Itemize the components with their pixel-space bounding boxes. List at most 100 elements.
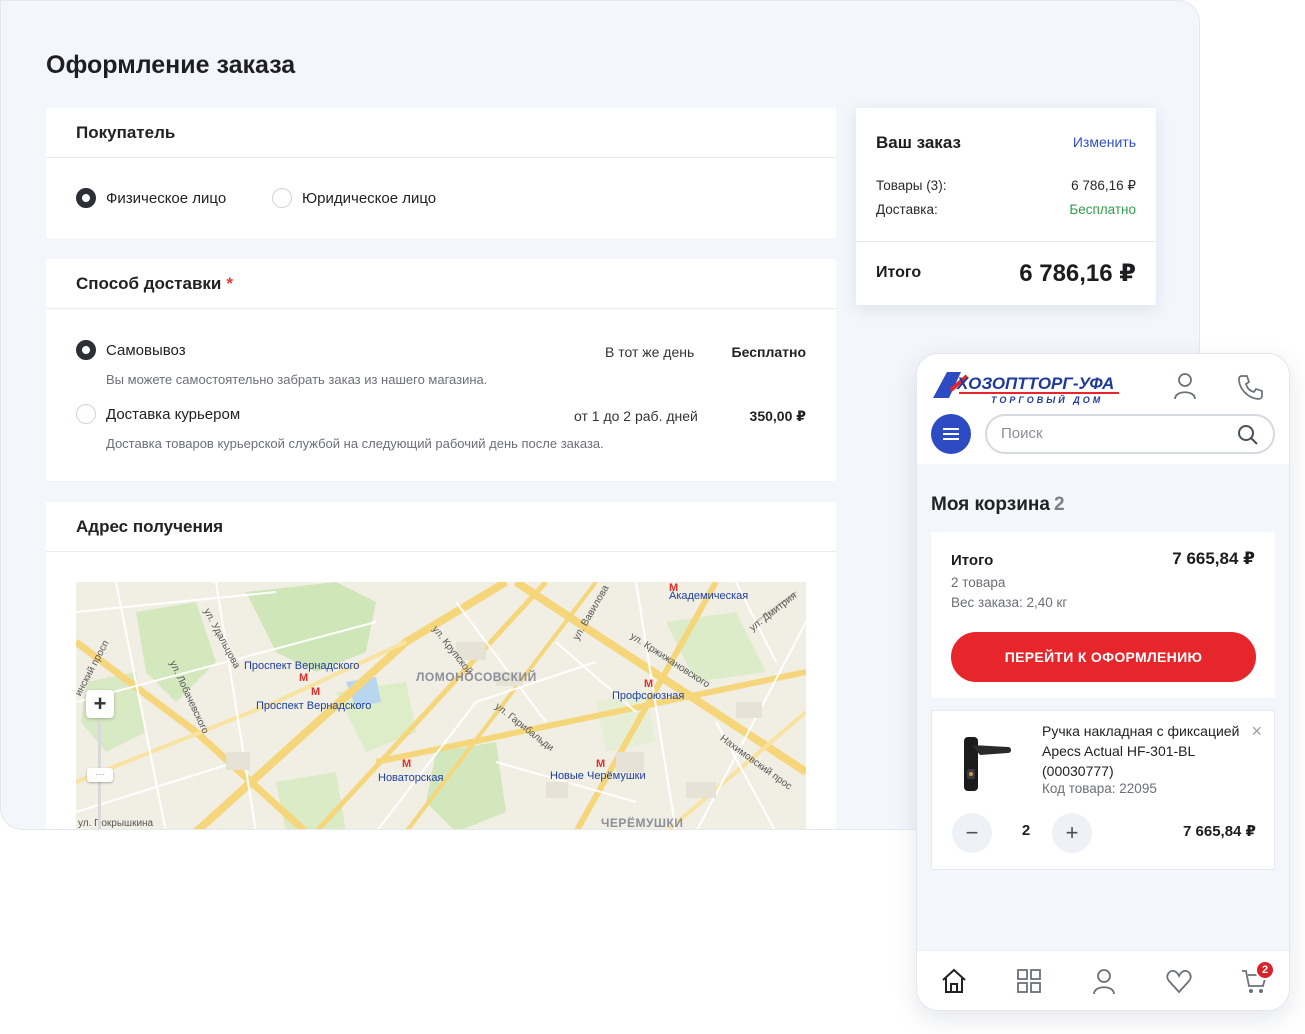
logo-icon: ХОЗОПТТОРГ-УФА ТОРГОВЫЙ ДОМ	[933, 372, 1119, 405]
metro-icon: M	[644, 678, 654, 690]
delivery-note: Доставка товаров курьерской службой на с…	[106, 436, 604, 451]
metro-icon-label: M	[299, 672, 311, 684]
order-title: Ваш заказ	[876, 133, 961, 152]
delivery-title: Способ доставки *	[46, 259, 836, 309]
cart-count: 2	[1053, 494, 1065, 515]
metro-station[interactable]: Проспект Вернадского	[244, 660, 359, 672]
street-label: ул. Покрышкина	[78, 818, 154, 829]
required-mark: *	[226, 273, 233, 293]
qty-increase-button[interactable]: +	[1052, 813, 1092, 853]
mobile-cart-screen: ХОЗОПТТОРГ-УФА ТОРГОВЫЙ ДОМ Моя корзина2…	[916, 353, 1290, 1011]
delivery-title-text: Способ доставки	[76, 273, 222, 293]
remove-item-icon[interactable]: ×	[1251, 721, 1262, 742]
cart-title-text: Моя корзина	[931, 494, 1050, 515]
cart-item: Ручка накладная с фиксацией Apecs Actual…	[931, 710, 1275, 870]
logo-subtitle: ТОРГОВЫЙ ДОМ	[991, 394, 1103, 405]
product-image[interactable]	[946, 729, 1026, 799]
delivery-option-courier[interactable]: Доставка курьером	[76, 404, 240, 424]
map-district: ЧЕРЁМУШКИ	[601, 816, 684, 830]
bottom-nav	[917, 950, 1289, 1010]
mobile-header: ХОЗОПТТОРГ-УФА ТОРГОВЫЙ ДОМ	[917, 354, 1289, 464]
order-total-value: 6 786,16 ₽	[1019, 260, 1136, 287]
address-title: Адрес получения	[46, 502, 836, 552]
order-change-link[interactable]: Изменить	[1073, 134, 1136, 150]
map-zoom-in-button[interactable]: +	[86, 690, 114, 718]
catalog-icon[interactable]	[1015, 967, 1043, 995]
favorites-icon[interactable]	[1165, 967, 1193, 995]
search-icon[interactable]	[1237, 424, 1259, 446]
cart-total-value: 7 665,84 ₽	[1172, 549, 1255, 568]
buyer-title: Покупатель	[46, 108, 836, 158]
map[interactable]: ЛОМОНОСОВСКИЙ ЧЕРЁМУШКИ M Академическая …	[76, 582, 806, 830]
map-zoom-handle[interactable]: ···	[87, 768, 113, 782]
cart-badge: 2	[1255, 960, 1275, 980]
radio-empty-icon[interactable]	[76, 404, 96, 424]
profile-icon[interactable]	[1173, 372, 1197, 405]
order-goods-row: Товары (3): 6 786,16 ₽	[876, 178, 1136, 194]
metro-station[interactable]: Профсоюзная	[612, 690, 684, 702]
door-handle-icon	[964, 737, 1011, 791]
map-canvas	[76, 582, 806, 829]
qty-value: 2	[1021, 822, 1031, 839]
order-summary: Ваш заказ Изменить Товары (3): 6 786,16 …	[856, 108, 1156, 305]
product-name[interactable]: Ручка накладная с фиксацией Apecs Actual…	[1042, 721, 1242, 781]
address-card: Адрес получения ЛОМОНОСОВСКИЙ ЧЕРЁМУШКИ …	[46, 502, 836, 830]
buyer-option-label: Юридическое лицо	[302, 189, 437, 207]
delivery-when: от 1 до 2 раб. дней	[574, 408, 698, 424]
logo-title: ХОЗОПТТОРГ-УФА	[956, 374, 1114, 393]
cart-title: Моя корзина 2	[931, 494, 1065, 516]
delivery-option-pickup[interactable]: Самовывоз	[76, 340, 186, 360]
cart-summary: Итого 7 665,84 ₽ 2 товара Вес заказа: 2,…	[931, 532, 1275, 698]
menu-button[interactable]	[931, 414, 971, 454]
buyer-option-individual[interactable]: Физическое лицо	[76, 188, 226, 208]
metro-icon: M	[596, 758, 606, 770]
delivery-price: 350,00 ₽	[749, 408, 806, 424]
radio-selected-icon[interactable]	[76, 340, 96, 360]
buyer-card: Покупатель Физическое лицо Юридическое л…	[46, 108, 836, 238]
metro-icon-label: M	[402, 758, 414, 770]
metro-station[interactable]: Академическая	[669, 590, 748, 602]
search-box[interactable]	[985, 414, 1275, 454]
metro-icon-label: M	[311, 686, 323, 698]
delivery-option-label: Доставка курьером	[106, 405, 241, 423]
metro-icon-label: M	[644, 678, 656, 690]
buyer-option-label: Физическое лицо	[106, 189, 227, 207]
radio-empty-icon[interactable]	[272, 188, 292, 208]
cart-items-count: 2 товара	[951, 575, 1006, 590]
delivery-when: В тот же день	[605, 344, 695, 360]
order-goods-label: Товары (3):	[876, 178, 947, 193]
metro-station[interactable]: Проспект Вернадского	[256, 700, 371, 712]
page-title: Оформление заказа	[46, 51, 296, 79]
map-district: ЛОМОНОСОВСКИЙ	[416, 670, 537, 684]
buyer-option-legal[interactable]: Юридическое лицо	[272, 188, 436, 208]
phone-icon[interactable]	[1237, 374, 1263, 405]
cart-weight: Вес заказа: 2,40 кг	[951, 595, 1068, 610]
hamburger-icon	[943, 428, 959, 440]
order-delivery-row: Доставка: Бесплатно	[876, 202, 1136, 217]
metro-icon-label: M	[596, 758, 608, 770]
order-goods-value: 6 786,16 ₽	[1071, 178, 1136, 193]
delivery-price: Бесплатно	[731, 344, 806, 360]
delivery-note: Вы можете самостоятельно забрать заказ и…	[106, 372, 488, 387]
logo[interactable]: ХОЗОПТТОРГ-УФА ТОРГОВЫЙ ДОМ	[931, 366, 1121, 406]
home-icon[interactable]	[940, 967, 968, 995]
metro-station[interactable]: Новаторская	[378, 772, 443, 784]
divider	[856, 241, 1156, 242]
item-price: 7 665,84 ₽	[1183, 823, 1256, 840]
order-delivery-label: Доставка:	[876, 202, 938, 217]
delivery-card: Способ доставки * Самовывоз В тот же ден…	[46, 259, 836, 481]
search-input[interactable]	[1001, 425, 1221, 442]
metro-station[interactable]: Новые Черёмушки	[550, 770, 646, 782]
radio-selected-icon[interactable]	[76, 188, 96, 208]
profile-icon[interactable]	[1090, 967, 1118, 995]
order-delivery-value: Бесплатно	[1069, 202, 1136, 217]
metro-icon: M	[311, 686, 321, 698]
order-total-label: Итого	[876, 264, 922, 281]
product-code: Код товара: 22095	[1042, 781, 1157, 796]
cart-total-label: Итого	[951, 552, 994, 569]
qty-decrease-button[interactable]: −	[952, 813, 992, 853]
metro-icon: M	[299, 672, 309, 684]
delivery-option-label: Самовывоз	[106, 341, 186, 359]
checkout-button[interactable]: ПЕРЕЙТИ К ОФОРМЛЕНИЮ	[951, 632, 1256, 682]
metro-icon: M	[402, 758, 412, 770]
